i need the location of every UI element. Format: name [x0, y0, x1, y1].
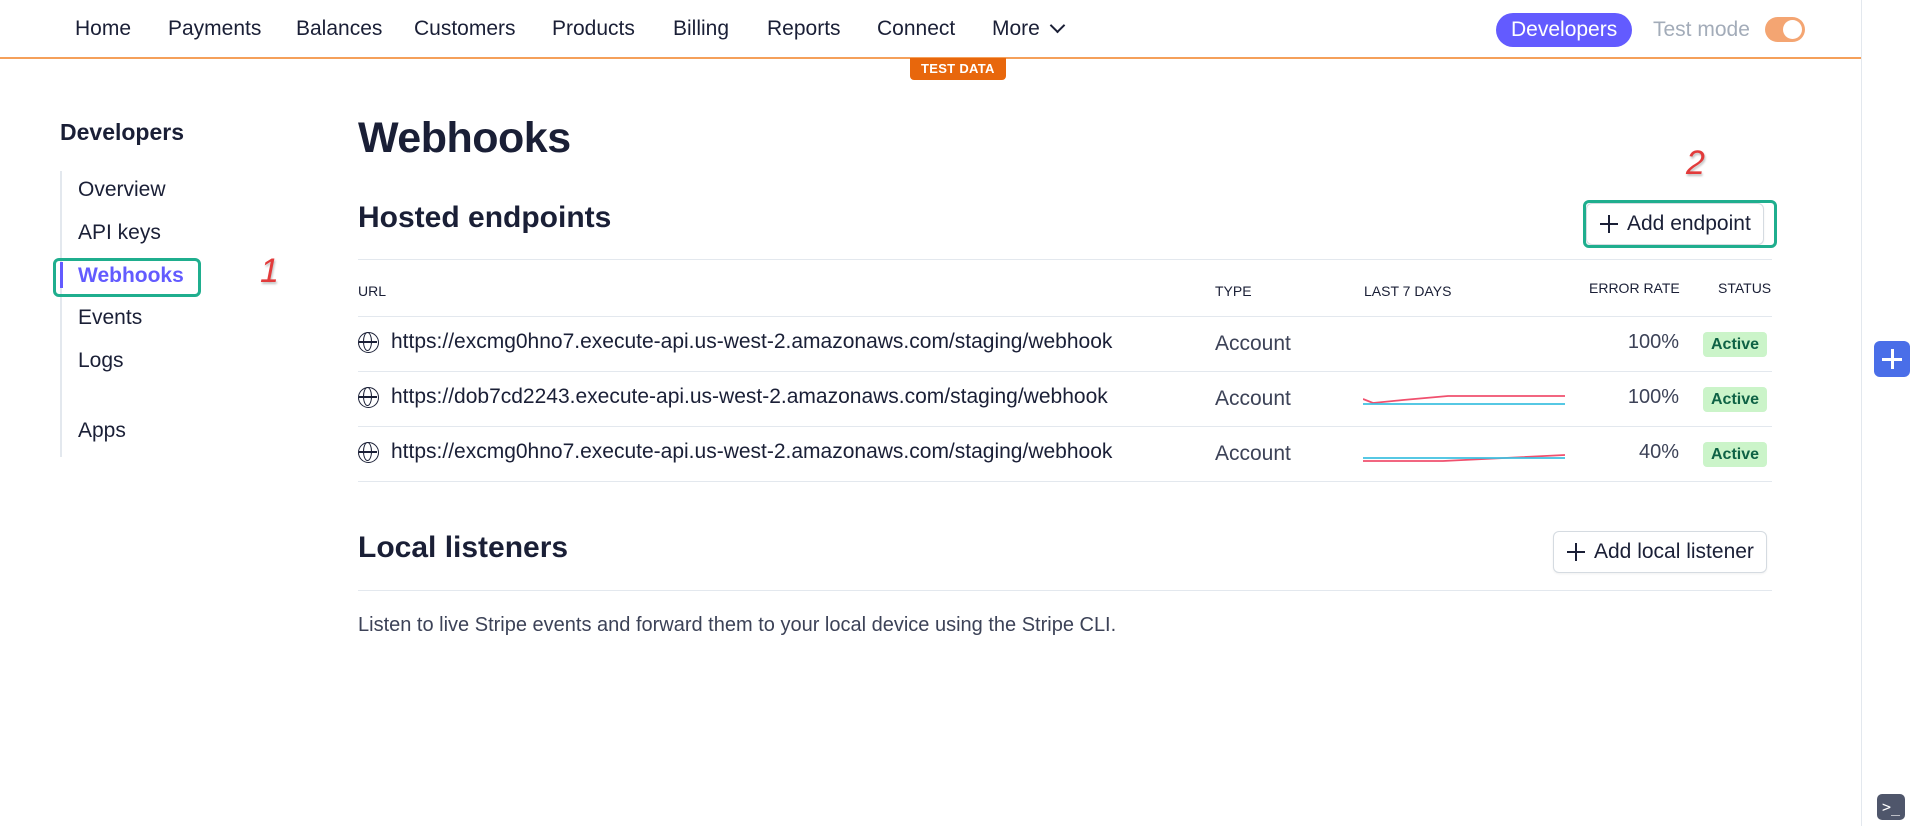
sidebar-item-events[interactable]: Events [78, 306, 142, 330]
status-badge: Active [1703, 442, 1768, 467]
local-listeners-description: Listen to live Stripe events and forward… [358, 614, 1117, 636]
table-row[interactable]: https://dob7cd2243.execute-api.us-west-2… [358, 372, 1772, 427]
sparkline-chart [1363, 395, 1565, 405]
nav-balances[interactable]: Balances [296, 17, 382, 41]
nav-connect[interactable]: Connect [877, 17, 955, 41]
nav-products[interactable]: Products [552, 17, 635, 41]
error-rate: 40% [1638, 441, 1679, 463]
globe-icon [358, 387, 379, 408]
globe-icon [358, 442, 379, 463]
nav-reports[interactable]: Reports [767, 17, 841, 41]
plus-icon[interactable] [1874, 341, 1910, 377]
endpoint-url[interactable]: https://excmg0hno7.execute-api.us-west-2… [391, 330, 1112, 354]
status-badge: Active [1703, 332, 1768, 357]
annotation-step-2: 2 [1686, 144, 1705, 182]
test-mode-toggle[interactable] [1765, 17, 1805, 42]
error-rate: 100% [1627, 331, 1679, 353]
highlight-box-add-endpoint [1583, 200, 1777, 248]
column-header-url: URL [358, 283, 387, 299]
column-header-status: STATUS [1718, 280, 1772, 296]
endpoint-type: Account [1215, 442, 1291, 465]
globe-icon [358, 332, 379, 353]
hosted-endpoints-title: Hosted endpoints [358, 201, 612, 234]
annotation-step-1: 1 [260, 252, 279, 290]
nav-more-label: More [992, 17, 1040, 40]
nav-more[interactable]: More [992, 17, 1066, 41]
column-header-error-rate: ERROR RATE [1589, 280, 1680, 296]
sidebar-item-logs[interactable]: Logs [78, 349, 124, 373]
nav-billing[interactable]: Billing [673, 17, 729, 41]
sidebar-item-overview[interactable]: Overview [78, 178, 166, 202]
page-title: Webhooks [358, 114, 571, 162]
highlight-box-webhooks [53, 258, 201, 297]
section-divider [358, 590, 1772, 591]
section-divider [358, 259, 1772, 260]
table-row[interactable]: https://excmg0hno7.execute-api.us-west-2… [358, 317, 1772, 372]
sidebar-divider [60, 171, 62, 457]
sidebar-title: Developers [60, 119, 185, 145]
sparkline-errors [1363, 395, 1565, 404]
developers-button[interactable]: Developers [1496, 13, 1633, 47]
column-header-type: TYPE [1215, 283, 1252, 299]
sidebar-item-apps[interactable]: Apps [78, 419, 126, 443]
endpoint-type: Account [1215, 332, 1291, 355]
plus-icon [1567, 543, 1585, 561]
endpoint-type: Account [1215, 387, 1291, 410]
toggle-knob [1783, 20, 1802, 39]
add-local-listener-label: Add local listener [1594, 540, 1754, 563]
column-header-last-7-days: LAST 7 DAYS [1364, 283, 1452, 299]
nav-payments[interactable]: Payments [168, 17, 261, 41]
status-badge: Active [1703, 387, 1768, 412]
right-rail [1861, 0, 1920, 826]
test-data-badge: TEST DATA [910, 58, 1006, 80]
test-mode-label: Test mode [1653, 18, 1750, 41]
sparkline-chart [1363, 454, 1565, 462]
endpoint-url[interactable]: https://dob7cd2243.execute-api.us-west-2… [391, 385, 1108, 409]
error-rate: 100% [1627, 386, 1679, 408]
chevron-down-icon [1049, 17, 1066, 34]
top-navigation: Home Payments Balances Customers Product… [0, 0, 1861, 59]
nav-home[interactable]: Home [75, 17, 131, 41]
endpoint-url[interactable]: https://excmg0hno7.execute-api.us-west-2… [391, 440, 1112, 464]
sidebar-item-api-keys[interactable]: API keys [78, 221, 161, 245]
add-local-listener-button[interactable]: Add local listener [1553, 531, 1767, 573]
nav-customers[interactable]: Customers [414, 17, 516, 41]
table-row[interactable]: https://excmg0hno7.execute-api.us-west-2… [358, 427, 1772, 482]
terminal-icon[interactable]: >_ [1877, 794, 1905, 820]
local-listeners-title: Local listeners [358, 531, 569, 564]
